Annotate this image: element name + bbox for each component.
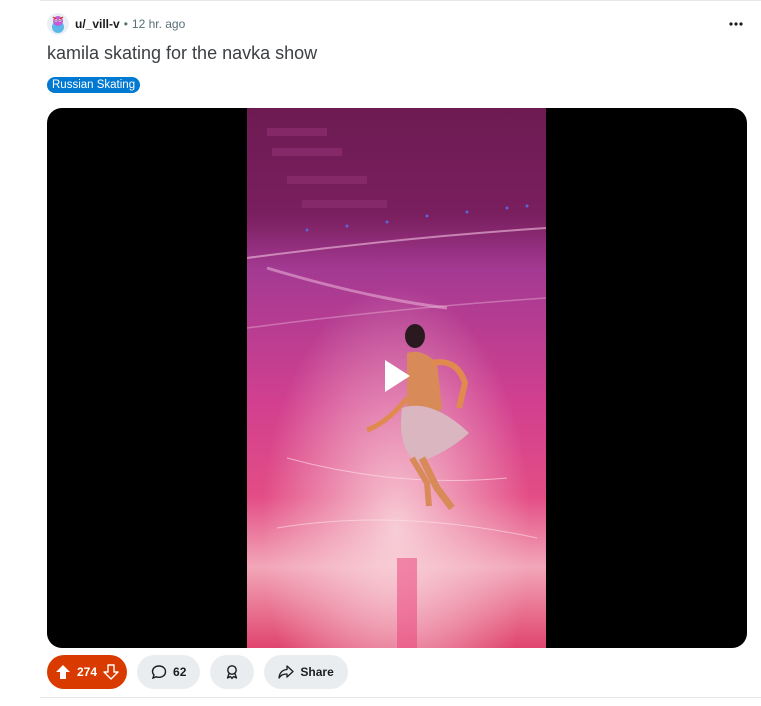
award-icon (227, 665, 238, 680)
play-button[interactable] (382, 358, 412, 394)
post-action-bar: 274 62 Share (47, 655, 348, 689)
author-username[interactable]: u/_vill-v (75, 17, 120, 31)
overflow-menu-button[interactable] (726, 14, 746, 34)
downvote-button[interactable] (103, 664, 119, 680)
upvote-button[interactable] (55, 664, 71, 680)
share-label: Share (300, 665, 334, 679)
video-player[interactable] (47, 108, 747, 648)
bottom-divider (40, 697, 761, 698)
vote-control: 274 (47, 655, 128, 689)
avatar[interactable] (47, 13, 69, 35)
post-header: u/_vill-v • 12 hr. ago (47, 12, 185, 36)
share-button[interactable]: Share (264, 655, 348, 689)
post-flair[interactable]: Russian Skating (47, 77, 141, 93)
post-title[interactable]: kamila skating for the navka show (47, 43, 317, 64)
more-horizontal-icon (729, 22, 743, 26)
award-button[interactable] (210, 655, 255, 689)
play-icon (385, 360, 410, 392)
comments-button[interactable]: 62 (137, 655, 201, 689)
post-timestamp: 12 hr. ago (131, 17, 186, 31)
vote-score: 274 (77, 665, 98, 679)
top-divider (40, 0, 761, 1)
comment-bubble-icon (151, 665, 167, 680)
downvote-arrow-icon (103, 664, 119, 680)
upvote-arrow-icon (56, 665, 70, 679)
share-arrow-icon (278, 665, 295, 679)
comments-count: 62 (173, 665, 187, 679)
separator-dot: • (123, 17, 128, 31)
